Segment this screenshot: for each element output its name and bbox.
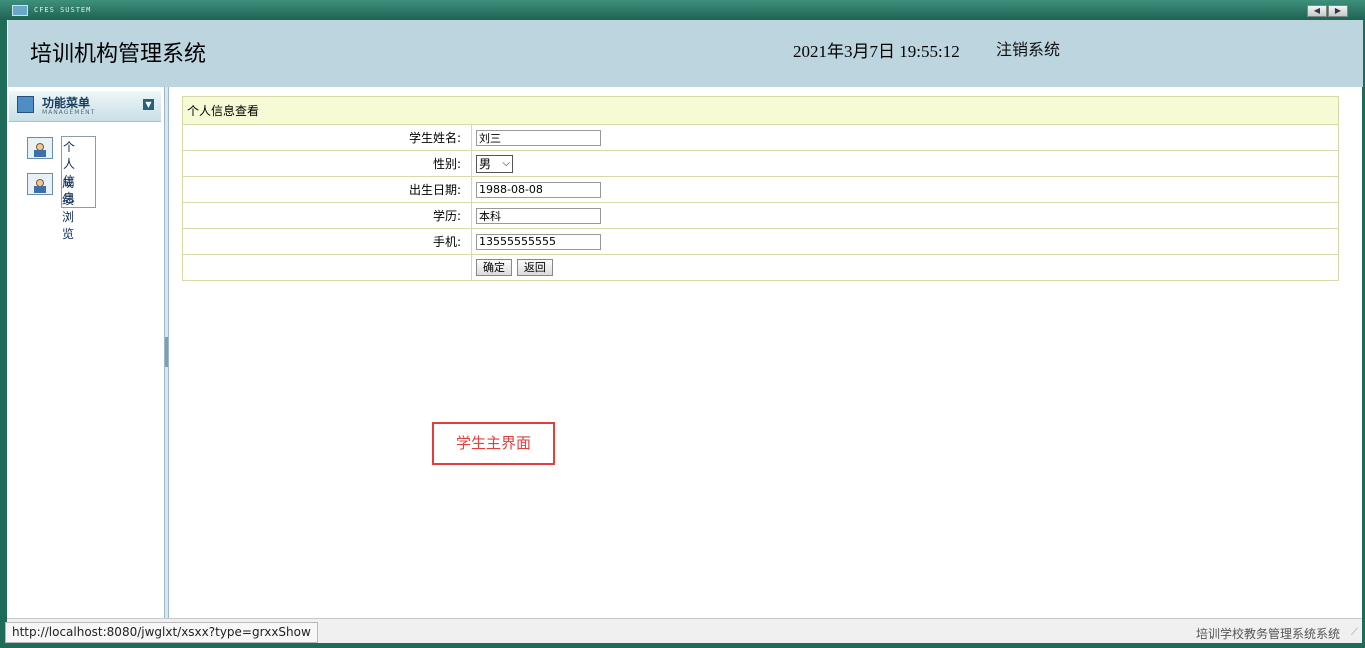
student-icon xyxy=(27,173,53,195)
title-bar: CFES SUSTEM ◀ ▶ xyxy=(0,0,1365,20)
app-header: 培训机构管理系统 2021年3月7日 19:55:12 注销系统 xyxy=(7,20,1363,87)
name-cell xyxy=(471,124,1339,151)
name-label: 学生姓名: xyxy=(182,124,472,151)
gender-select[interactable]: 男 ⌵ xyxy=(476,154,513,173)
menu-icon xyxy=(17,96,34,113)
resize-grip-icon[interactable]: ⟋ xyxy=(1351,627,1358,638)
menu-header: 功能菜单 MANAGEMENT ▼ xyxy=(9,91,161,122)
name-input[interactable] xyxy=(476,129,601,146)
main-body: 功能菜单 MANAGEMENT ▼ 个人信息 成绩浏览 个人信息查看 学生姓名:… xyxy=(7,87,1362,618)
current-datetime: 2021年3月7日 19:55:12 xyxy=(793,42,960,61)
birth-cell xyxy=(471,176,1339,203)
content-panel: 个人信息查看 学生姓名: 性别: 男⌵ 出生日期: 学历: 手机: xyxy=(182,96,1339,281)
education-input[interactable] xyxy=(476,207,601,224)
back-button[interactable]: 返回 xyxy=(516,259,553,276)
info-form: 个人信息查看 学生姓名: 性别: 男⌵ 出生日期: 学历: 手机: xyxy=(182,96,1339,281)
button-cell: 确定 返回 xyxy=(471,254,1339,281)
gender-label: 性别: xyxy=(182,150,472,177)
chevron-down-icon: ⌵ xyxy=(502,157,510,169)
status-right-text: 培训学校教务管理系统系统 xyxy=(1195,627,1340,641)
sidebar: 功能菜单 MANAGEMENT ▼ 个人信息 成绩浏览 xyxy=(7,87,165,618)
birth-input[interactable] xyxy=(476,181,601,198)
education-cell xyxy=(471,202,1339,229)
button-spacer xyxy=(182,254,472,281)
phone-label: 手机: xyxy=(182,228,472,255)
gender-value: 男 xyxy=(479,156,492,171)
scroll-left-icon[interactable]: ◀ xyxy=(1307,5,1327,17)
collapse-icon[interactable]: ▼ xyxy=(143,99,154,110)
annotation-label: 学生主界面 xyxy=(432,422,555,465)
scroll-right-icon[interactable]: ▶ xyxy=(1328,5,1348,17)
app-title: 培训机构管理系统 xyxy=(30,42,207,67)
form-caption: 个人信息查看 xyxy=(182,96,1339,125)
monitor-icon xyxy=(12,5,28,16)
gender-cell: 男 ⌵ xyxy=(471,150,1339,177)
window-title: CFES SUSTEM xyxy=(34,6,92,14)
student-icon xyxy=(27,137,53,159)
confirm-button[interactable]: 确定 xyxy=(476,259,512,276)
phone-input[interactable] xyxy=(476,233,601,250)
menu-subtitle: MANAGEMENT xyxy=(42,109,96,116)
education-label: 学历: xyxy=(182,202,472,229)
splitter-handle[interactable] xyxy=(165,337,168,367)
status-url: http://localhost:8080/jwglxt/xsxx?type=g… xyxy=(5,622,318,643)
phone-cell xyxy=(471,228,1339,255)
sidebar-item-label[interactable]: 成绩浏览 xyxy=(62,174,74,242)
logout-link[interactable]: 注销系统 xyxy=(996,36,1060,60)
birth-label: 出生日期: xyxy=(182,176,472,203)
